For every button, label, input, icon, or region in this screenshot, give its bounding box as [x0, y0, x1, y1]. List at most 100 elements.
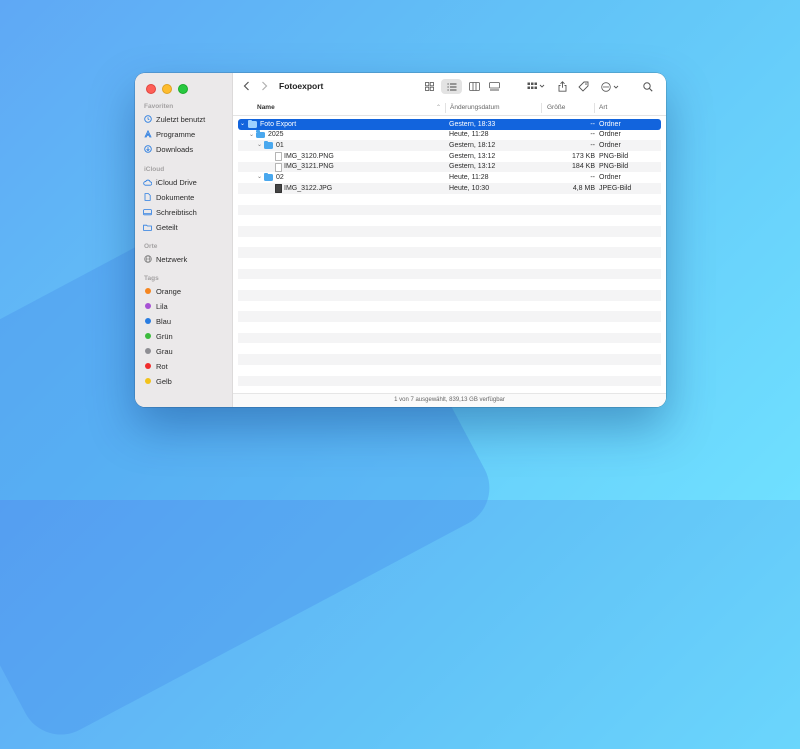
column-name[interactable]: Name [257, 104, 275, 111]
empty-row [238, 290, 661, 301]
sidebar: Favoriten Zuletzt benutzt Programme Down… [135, 73, 233, 407]
column-kind[interactable]: Art [599, 104, 607, 111]
tag-color-dot [144, 303, 151, 309]
desktop-icon [143, 208, 152, 217]
file-size: -- [590, 173, 595, 181]
sidebar-tag-orange[interactable]: Orange [143, 285, 181, 297]
disclosure-expanded-icon[interactable]: ⌄ [240, 120, 245, 127]
file-kind: Ordner [599, 131, 621, 139]
empty-row [238, 225, 661, 237]
search-icon[interactable] [641, 79, 655, 94]
sidebar-item-label: Blau [156, 316, 172, 326]
file-row[interactable]: IMG_3120.PNG Gestern, 13:12 173 KB PNG-B… [238, 151, 661, 162]
sidebar-item-label: Programme [156, 129, 196, 139]
file-size: 184 KB [572, 163, 595, 171]
empty-row [238, 279, 661, 290]
sidebar-item-icloud-drive[interactable]: iCloud Drive [143, 176, 197, 188]
chevron-right-icon[interactable] [261, 81, 268, 94]
column-divider [594, 103, 595, 113]
file-row[interactable]: ⌄ Foto Export Gestern, 18:33 -- Ordner [238, 119, 661, 130]
minimize-button[interactable] [162, 84, 172, 94]
icon-view-icon[interactable] [421, 79, 437, 94]
file-name: IMG_3121.PNG [284, 163, 334, 171]
clock-icon [143, 115, 152, 124]
file-row[interactable]: IMG_3121.PNG Gestern, 13:12 184 KB PNG-B… [238, 161, 661, 173]
empty-row [238, 215, 661, 226]
empty-row [238, 311, 661, 323]
empty-row [238, 365, 661, 376]
sidebar-item-documents[interactable]: Dokumente [143, 191, 194, 203]
disclosure-expanded-icon[interactable]: ⌄ [257, 141, 262, 148]
file-name: Foto Export [260, 120, 297, 128]
icloud-heading: iCloud [144, 166, 165, 173]
folder-icon [264, 173, 273, 181]
sidebar-tag-yellow[interactable]: Gelb [143, 375, 172, 387]
png-file-icon [275, 152, 282, 162]
sidebar-item-label: Orange [156, 286, 182, 296]
file-kind: PNG-Bild [599, 152, 629, 160]
sidebar-item-label: Gelb [156, 376, 172, 386]
png-file-icon [275, 162, 282, 172]
tag-color-dot [144, 288, 151, 294]
disclosure-expanded-icon[interactable]: ⌄ [257, 173, 262, 180]
file-date: Gestern, 18:33 [449, 120, 496, 128]
empty-row [238, 247, 661, 258]
file-size: -- [590, 131, 595, 139]
document-icon [143, 193, 152, 202]
sidebar-tag-green[interactable]: Grün [143, 330, 173, 342]
sidebar-item-desktop[interactable]: Schreibtisch [143, 206, 197, 218]
tags-heading: Tags [144, 275, 159, 282]
sidebar-tag-red[interactable]: Rot [143, 360, 168, 372]
chevron-left-icon[interactable] [243, 81, 250, 94]
close-button[interactable] [146, 84, 156, 94]
file-kind: JPEG-Bild [599, 184, 632, 192]
sidebar-tag-blue[interactable]: Blau [143, 315, 171, 327]
sidebar-item-label: Rot [156, 361, 168, 371]
column-date[interactable]: Änderungsdatum [450, 104, 500, 111]
empty-row [238, 301, 661, 312]
folder-icon [248, 119, 257, 128]
sort-chevron-icon: ⌃ [436, 105, 442, 111]
empty-row [238, 375, 661, 387]
gallery-view-icon[interactable] [486, 79, 502, 94]
folder-icon [264, 140, 273, 149]
file-size: -- [590, 141, 595, 149]
zoom-button[interactable] [178, 84, 188, 94]
toolbar: Fotoexport [233, 73, 666, 101]
empty-row [238, 268, 661, 280]
list-view-icon[interactable] [441, 79, 462, 94]
file-kind: Ordner [599, 120, 621, 128]
file-date: Heute, 10:30 [449, 184, 490, 192]
places-heading: Orte [144, 243, 158, 250]
file-row[interactable]: ⌄ 2025 Heute, 11:28 -- Ordner [238, 130, 661, 141]
column-size[interactable]: Größe [547, 104, 565, 111]
sidebar-tag-purple[interactable]: Lila [143, 300, 168, 312]
file-date: Heute, 11:28 [449, 131, 489, 139]
column-view-icon[interactable] [466, 79, 482, 94]
sidebar-item-label: Netzwerk [156, 254, 188, 264]
file-row[interactable]: IMG_3122.JPG Heute, 10:30 4,8 MB JPEG-Bi… [238, 183, 661, 194]
shared-folder-icon [143, 223, 152, 232]
file-name: 2025 [268, 131, 284, 139]
empty-row [238, 354, 661, 365]
sidebar-item-applications[interactable]: Programme [143, 128, 195, 140]
sidebar-item-shared[interactable]: Geteilt [143, 221, 178, 233]
window-title: Fotoexport [279, 81, 324, 91]
group-by-menu-icon[interactable] [525, 79, 547, 94]
disclosure-expanded-icon[interactable]: ⌄ [249, 131, 254, 138]
sidebar-tag-gray[interactable]: Grau [143, 345, 173, 357]
tag-icon[interactable] [576, 79, 590, 94]
file-size: 173 KB [572, 152, 595, 160]
more-actions-icon[interactable] [599, 79, 621, 94]
jpeg-file-icon [275, 184, 282, 194]
file-row[interactable]: ⌄ 01 Gestern, 18:12 -- Ordner [238, 140, 661, 152]
sidebar-item-recents[interactable]: Zuletzt benutzt [143, 113, 205, 125]
empty-row [238, 194, 661, 205]
share-icon[interactable] [555, 79, 569, 94]
file-name: IMG_3122.JPG [284, 184, 333, 192]
sidebar-item-downloads[interactable]: Downloads [143, 143, 193, 155]
sidebar-item-network[interactable]: Netzwerk [143, 253, 187, 265]
download-icon [143, 145, 152, 154]
file-row[interactable]: ⌄ 02 Heute, 11:28 -- Ordner [238, 172, 661, 183]
content-area: Fotoexport Name ⌃ Änderungsdatum Größe A… [233, 73, 666, 407]
